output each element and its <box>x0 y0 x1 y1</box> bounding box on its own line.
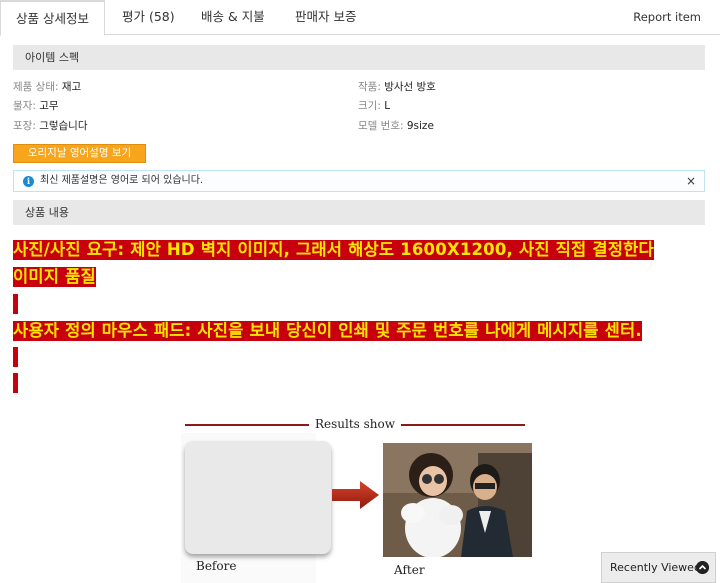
spec-size: 크기: L <box>358 99 390 113</box>
spec-work: 작품: 방사선 방호 <box>358 80 436 94</box>
content-red-marker <box>13 347 18 367</box>
content-red-marker <box>13 373 18 393</box>
spec-value: 방사선 방호 <box>384 81 436 93</box>
arrow-right-icon <box>332 481 379 509</box>
tab-product-details[interactable]: 상품 상세정보 <box>0 0 105 36</box>
after-label: After <box>394 563 425 577</box>
tab-reviews[interactable]: 평가 (58) <box>122 0 175 35</box>
before-mousepad-image <box>185 441 331 554</box>
spec-condition: 제품 상태: 재고 <box>13 80 81 94</box>
info-icon: i <box>23 176 34 187</box>
recently-viewed-button[interactable]: Recently Viewed <box>601 552 716 583</box>
spec-value: 재고 <box>61 81 82 93</box>
close-icon[interactable]: × <box>686 171 696 191</box>
translation-notice: i 최신 제품설명은 영어로 되어 있습니다. × <box>13 170 705 192</box>
spec-value: 고무 <box>39 100 59 112</box>
item-spec-header: 아이템 스펙 <box>13 45 705 70</box>
content-line-custom-pad: 사용자 정의 마우스 패드: 사진을 보내 당신이 인쇄 및 주문 번호를 나에… <box>13 321 642 341</box>
results-show-title: Results show <box>185 415 525 433</box>
product-content-header: 상품 내용 <box>13 200 705 225</box>
tab-shipping-payment[interactable]: 배송 & 지불 <box>201 0 265 35</box>
spec-packaging: 포장: 그렇습니다 <box>13 119 88 133</box>
tab-seller-guarantee[interactable]: 판매자 보증 <box>295 0 356 35</box>
tab-bar: 상품 상세정보 평가 (58) 배송 & 지불 판매자 보증 Report it… <box>0 0 720 36</box>
spec-model-number: 모델 번호: 9size <box>358 119 434 133</box>
spec-key: 포장: <box>13 120 36 132</box>
results-show-heading: Results show <box>185 415 525 433</box>
spec-key: 크기: <box>358 100 381 112</box>
chevron-up-icon <box>696 561 709 574</box>
spec-value: 그렇습니다 <box>39 120 88 132</box>
notice-text: 최신 제품설명은 영어로 되어 있습니다. <box>40 175 204 186</box>
report-item-link[interactable]: Report item <box>633 0 701 35</box>
spec-material: 물자: 고무 <box>13 99 59 113</box>
before-label: Before <box>196 559 237 573</box>
spec-value: 9size <box>406 120 434 132</box>
after-photo-image <box>383 443 532 557</box>
spec-key: 작품: <box>358 81 381 93</box>
spec-key: 물자: <box>13 100 36 112</box>
spec-key: 제품 상태: <box>13 81 59 93</box>
content-line-quality: 이미지 품질 <box>13 267 96 287</box>
view-original-english-button[interactable]: 오리지날 영어설명 보기 <box>13 144 146 163</box>
spec-key: 모델 번호: <box>358 120 404 132</box>
content-line-resolution: 사진/사진 요구: 제안 HD 벽지 이미지, 그래서 해상도 1600X120… <box>13 240 654 260</box>
recently-viewed-label: Recently Viewed <box>610 561 701 574</box>
content-red-marker <box>13 294 18 314</box>
spec-value: L <box>384 100 391 112</box>
